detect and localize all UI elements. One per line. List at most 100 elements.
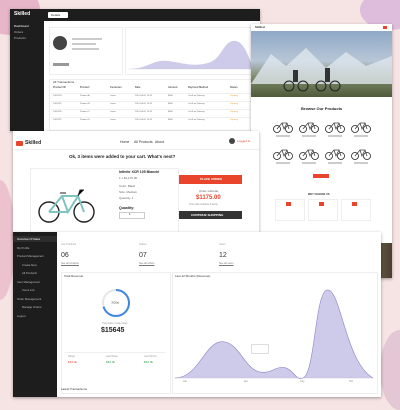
- product-thumbnail[interactable]: [273, 119, 293, 133]
- landing-nav: [251, 24, 392, 31]
- quantity-label: Quantity:: [119, 206, 135, 210]
- product-name[interactable]: Infinite XCR 105 Bianchi: [119, 170, 159, 175]
- table-header-cell: Customer: [110, 86, 122, 89]
- quantity-stepper[interactable]: [119, 212, 145, 219]
- avatar: [53, 36, 67, 50]
- product-label-line: [276, 162, 290, 164]
- table-cell: Product C: [80, 111, 90, 113]
- user-status[interactable]: Logged In: [237, 140, 250, 143]
- table-cell: 1002236: [53, 111, 62, 113]
- stat-link[interactable]: See all orders: [139, 262, 154, 266]
- total-sales-value: $15645: [101, 327, 125, 334]
- table-header-cell: Status: [230, 86, 238, 89]
- nav-home[interactable]: Home: [120, 140, 129, 145]
- cart-count-note: Your cart contains 3 items: [189, 203, 218, 206]
- product-thumbnail[interactable]: [351, 119, 371, 133]
- table-title: All Transactions: [53, 80, 75, 84]
- stat-value: 07: [139, 252, 147, 259]
- table-cell: Cash on Delivery: [188, 111, 205, 113]
- brand-icon: [16, 141, 23, 146]
- product-thumbnail[interactable]: [351, 146, 371, 160]
- floral-blob: [380, 330, 400, 410]
- table-header-cell: Amount: [168, 86, 178, 89]
- product-thumbnail[interactable]: [325, 146, 345, 160]
- brand-logo[interactable]: Skilled: [25, 141, 41, 146]
- place-order-label: PLACE ORDER: [200, 177, 222, 181]
- sidebar-item[interactable]: Create New: [22, 263, 37, 267]
- sidebar-item[interactable]: User Management: [17, 280, 40, 284]
- stat-label: Orders: [139, 243, 147, 246]
- table-cell: 1002234: [53, 95, 62, 97]
- product-label-line: [354, 135, 368, 137]
- view-all-button[interactable]: [313, 174, 329, 178]
- product-thumbnail[interactable]: [325, 119, 345, 133]
- stat-value: 06: [61, 252, 69, 259]
- subtotal-label: Order subtotal: [199, 189, 219, 193]
- table-cell: Product B: [80, 103, 90, 105]
- sidebar-item-orders[interactable]: Orders: [14, 31, 23, 34]
- x-axis-label: July: [300, 380, 305, 383]
- table-cell: Cash on Delivery: [188, 119, 205, 121]
- brand-logo[interactable]: Skilled: [14, 12, 30, 17]
- table-cell: $500: [168, 111, 173, 113]
- product-label-line: [276, 135, 290, 137]
- table-header-cell: Date: [135, 86, 141, 89]
- product-size: Size: Medium: [119, 190, 138, 194]
- sidebar-item-dashboard[interactable]: Dashboard: [14, 25, 29, 28]
- sidebar-item[interactable]: Order Management: [17, 297, 41, 301]
- table-cell: 2021-08-01 10:23: [135, 119, 153, 121]
- product-label-line: [302, 135, 316, 137]
- nav-all-products[interactable]: All Products: [134, 140, 153, 145]
- subtotal-value: $1175.00: [196, 195, 221, 201]
- table-cell[interactable]: Pending: [230, 111, 238, 113]
- product-label-line: [328, 135, 342, 137]
- sidebar-item[interactable]: Users List: [22, 289, 34, 292]
- revenue-title: Total Revenue: [64, 274, 84, 278]
- admin-dashboard-window: Skilled Details Dashboard Orders Product…: [10, 9, 260, 131]
- stat-link[interactable]: See all products: [61, 262, 79, 266]
- table-cell: $500: [168, 95, 173, 97]
- sidebar-item[interactable]: Product Management: [17, 255, 44, 258]
- profile-card: [49, 27, 123, 75]
- feature-icon: [319, 202, 324, 206]
- continue-shopping-label: CONTINUE SHOPPING: [191, 212, 224, 217]
- cart-page-window: Skilled Home All Products About Logged I…: [13, 131, 259, 239]
- table-cell[interactable]: Pending: [230, 119, 238, 121]
- product-thumbnail[interactable]: [299, 146, 319, 160]
- table-cell: 2021-08-01 10:23: [135, 111, 153, 113]
- product-thumbnail[interactable]: [299, 119, 319, 133]
- user-avatar[interactable]: [229, 138, 235, 144]
- months-chart-title: Last 12 Months (Revenue): [175, 274, 211, 278]
- sidebar-item[interactable]: My Profile: [17, 246, 29, 250]
- feature-icon: [352, 202, 357, 206]
- product-label-line: [354, 162, 368, 164]
- sidebar-item[interactable]: Manage Orders: [22, 306, 41, 309]
- stat-link[interactable]: See all users: [219, 262, 233, 266]
- product-thumbnail[interactable]: [273, 146, 293, 160]
- profile-line: [72, 48, 99, 50]
- table-cell: 1002235: [53, 103, 62, 105]
- sidebar-item-products[interactable]: Products: [14, 37, 26, 40]
- cart-heading: Ok, 3 items were added to your cart. Wha…: [69, 154, 176, 159]
- nav-about[interactable]: About: [155, 140, 164, 145]
- table-header-cell: Payment Method: [188, 86, 209, 89]
- table-cell[interactable]: Pending: [230, 95, 238, 97]
- last-week-value: $10.4k: [106, 360, 116, 364]
- table-cell[interactable]: Pending: [230, 103, 238, 105]
- sidebar-item[interactable]: Overview Of Sales: [17, 238, 40, 241]
- divider: [13, 149, 259, 150]
- table-cell: Jason: [110, 95, 116, 97]
- sidebar-item[interactable]: All Products: [22, 272, 37, 275]
- landing-logo[interactable]: Skilled: [255, 26, 265, 29]
- product-qty-price: 1 x $1,175.00: [119, 176, 138, 180]
- last-month-label: Last Month: [144, 355, 157, 358]
- table-cell: $500: [168, 119, 173, 121]
- sidebar-item[interactable]: Logout: [17, 314, 26, 318]
- table-cell: Product A: [80, 95, 90, 97]
- gauge-percent: 70%: [111, 300, 120, 305]
- edit-profile-button[interactable]: [53, 63, 69, 66]
- last-month-value: $32.3k: [144, 360, 154, 364]
- nav-indicator[interactable]: [383, 26, 387, 29]
- target-value: $12.4k: [68, 360, 78, 364]
- table-cell: 2021-08-01 10:23: [135, 95, 153, 97]
